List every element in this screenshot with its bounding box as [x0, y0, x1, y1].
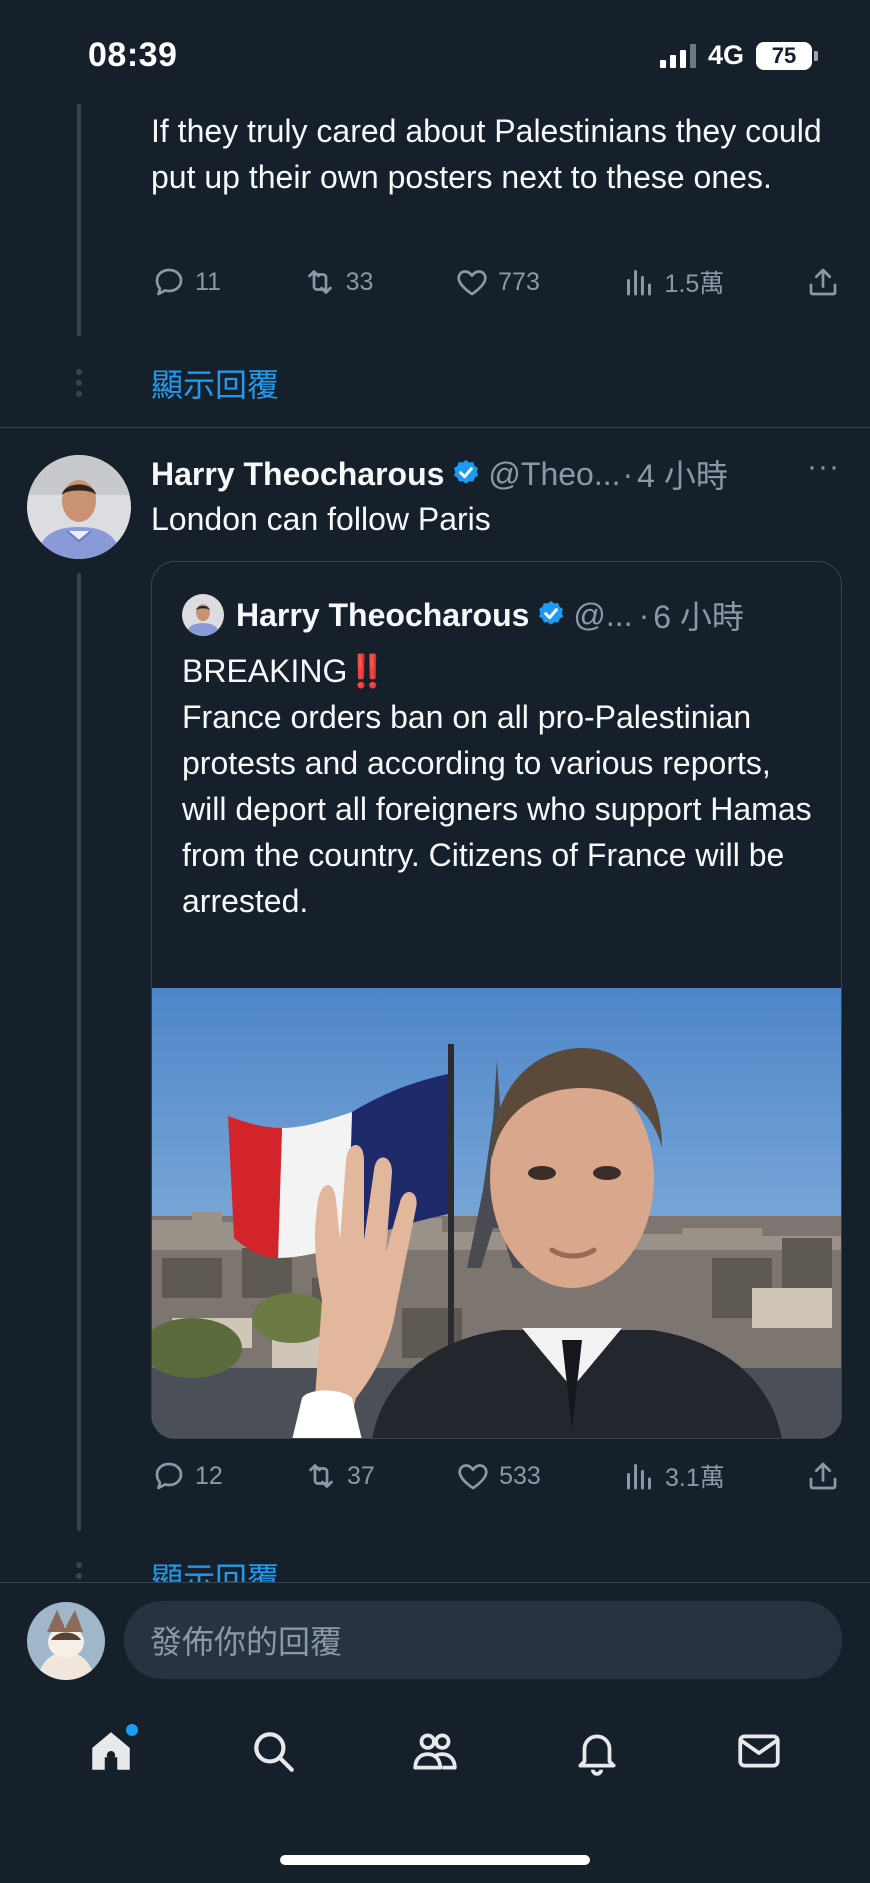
tweet-header: Harry Theocharous @Theo... · 4 小時 — [151, 451, 841, 497]
retweet-count: 37 — [347, 1461, 375, 1490]
quoted-tweet-time: 6 小時 — [653, 599, 744, 635]
like-count: 533 — [499, 1461, 541, 1490]
thread-dots — [76, 369, 82, 397]
quoted-author-avatar-image — [182, 594, 224, 636]
bottom-tab-bar — [0, 1718, 870, 1788]
tweet-divider — [0, 427, 870, 428]
show-replies-link[interactable]: 顯示回覆 — [151, 1554, 279, 1582]
macron-eiffel-photo — [152, 988, 841, 1438]
battery-level: 75 — [771, 42, 797, 68]
communities-icon — [413, 1733, 457, 1770]
parent-reply-actions: 11 33 773 1.5萬 — [151, 264, 841, 300]
share-button[interactable] — [805, 1458, 841, 1494]
status-time: 08:39 — [88, 36, 178, 74]
tweet-text: London can follow Paris — [151, 501, 491, 537]
quoted-tweet-text: France orders ban on all pro-Palestinian… — [182, 699, 812, 919]
author-avatar-image — [27, 455, 131, 559]
my-avatar-image — [27, 1602, 105, 1680]
reply-button[interactable]: 12 — [151, 1458, 223, 1494]
reply-icon — [155, 1462, 183, 1490]
share-icon — [809, 268, 837, 296]
network-type: 4G — [707, 40, 744, 70]
reply-button[interactable]: 11 — [151, 264, 221, 300]
quoted-author-name: Harry Theocharous — [236, 596, 530, 633]
quoted-author-handle: @... — [573, 596, 633, 633]
signal-icon — [659, 43, 696, 68]
notifications-icon — [578, 1734, 616, 1776]
retweet-icon — [309, 1464, 333, 1488]
retweet-icon — [307, 270, 332, 294]
double-exclamation-emoji: ‼️ — [347, 653, 388, 689]
tab-search[interactable] — [248, 1726, 298, 1781]
views-count: 1.5萬 — [664, 270, 725, 298]
thread-line — [77, 104, 81, 336]
battery-icon: 75 — [756, 41, 818, 70]
views-button[interactable]: 3.1萬 — [621, 1458, 725, 1494]
home-notification-dot — [126, 1723, 138, 1736]
quoted-verified-badge-icon — [539, 601, 564, 625]
messages-icon — [738, 1734, 780, 1767]
views-count: 3.1萬 — [665, 1464, 725, 1492]
views-icon — [626, 270, 651, 296]
heart-icon — [457, 270, 487, 296]
thread-line-main — [77, 573, 81, 1531]
retweet-button[interactable]: 37 — [303, 1458, 375, 1494]
views-icon — [627, 1464, 651, 1490]
share-button[interactable] — [805, 264, 841, 300]
quoted-tweet-image[interactable] — [152, 988, 841, 1438]
search-icon — [254, 1731, 294, 1772]
status-indicators: 4G 75 — [659, 40, 818, 71]
author-avatar[interactable] — [27, 455, 131, 559]
reply-input[interactable]: 發佈你的回覆 — [124, 1601, 842, 1679]
author-name[interactable]: Harry Theocharous — [151, 456, 444, 493]
tab-communities[interactable] — [410, 1726, 460, 1781]
breaking-label: BREAKING — [182, 653, 348, 689]
quoted-tweet-header: Harry Theocharous @... · 6 小時 — [182, 592, 822, 638]
home-indicator[interactable] — [280, 1855, 590, 1865]
separator-dot: · — [622, 455, 634, 492]
reply-count: 12 — [195, 1461, 223, 1490]
parent-reply-text: If they truly cared about Palestinians t… — [151, 113, 822, 195]
thread-dots — [76, 1562, 82, 1582]
like-button[interactable]: 773 — [454, 264, 540, 300]
reply-count: 11 — [195, 267, 221, 296]
show-replies-link[interactable]: 顯示回覆 — [151, 360, 279, 406]
quoted-author-avatar — [182, 594, 224, 636]
more-options-button[interactable]: ··· — [807, 450, 840, 484]
quoted-tweet-card[interactable]: Harry Theocharous @... · 6 小時 BREAKING‼️… — [151, 561, 842, 1439]
tab-messages[interactable] — [734, 1726, 784, 1781]
verified-badge-icon — [454, 460, 479, 484]
like-button[interactable]: 533 — [455, 1458, 541, 1494]
composer-divider — [0, 1582, 870, 1583]
tab-home[interactable] — [86, 1723, 138, 1781]
heart-icon — [458, 1464, 488, 1490]
share-icon — [809, 1462, 837, 1490]
quoted-tweet-body: BREAKING‼️ France orders ban on all pro-… — [182, 648, 812, 924]
views-button[interactable]: 1.5萬 — [621, 264, 725, 300]
show-replies-row-clipped: 顯示回覆 — [0, 1548, 870, 1582]
author-handle[interactable]: @Theo... — [488, 456, 620, 493]
my-avatar[interactable] — [27, 1602, 105, 1680]
retweet-button[interactable]: 33 — [302, 264, 374, 300]
retweet-count: 33 — [345, 267, 374, 296]
tweet-actions: 12 37 533 3.1萬 — [151, 1458, 841, 1494]
like-count: 773 — [498, 267, 540, 296]
tab-notifications[interactable] — [572, 1726, 622, 1781]
tweet-time: 4 小時 — [637, 458, 728, 494]
quoted-separator-dot: · — [638, 596, 650, 633]
reply-icon — [155, 268, 183, 296]
reply-input-placeholder: 發佈你的回覆 — [150, 1624, 343, 1660]
